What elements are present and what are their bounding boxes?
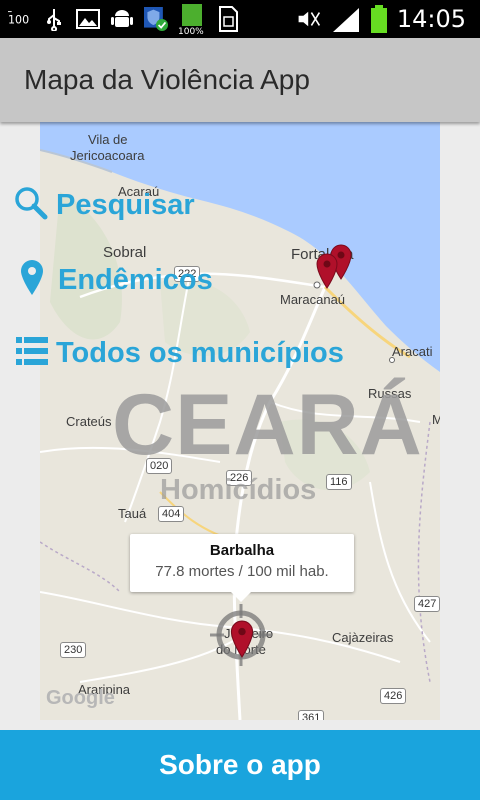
place-label: Sobral <box>103 244 147 261</box>
place-label: Tauá <box>118 506 147 521</box>
place-label: Crateús <box>66 414 112 429</box>
mute-icon <box>297 7 321 31</box>
location-pin-icon <box>20 260 44 301</box>
state-title: CEARÁ <box>112 377 423 473</box>
endemic-label: Endêmicos <box>58 264 213 296</box>
road-shield: 116 <box>326 474 352 490</box>
road-shield: 426 <box>380 688 407 704</box>
google-attribution: Google <box>46 687 115 709</box>
info-window-tail <box>230 591 252 602</box>
signal-icon <box>331 7 361 32</box>
road-shield: 427 <box>414 596 440 612</box>
svg-text:100%: 100% <box>178 27 204 34</box>
android-icon <box>110 7 134 31</box>
search-button[interactable]: Pesquisar <box>14 186 195 225</box>
sim-icon <box>216 6 240 32</box>
map-marker-icon[interactable] <box>230 620 254 663</box>
info-window[interactable]: Barbalha 77.8 mortes / 100 mil hab. <box>130 534 354 602</box>
place-label: Maracanaú <box>280 292 346 307</box>
battery-status-icon: 100% <box>178 4 206 34</box>
road-shield: 361 <box>298 710 325 720</box>
place-label: Cajàzeiras <box>332 630 394 645</box>
place-label: Vila de <box>88 132 128 147</box>
battery-icon <box>370 5 387 33</box>
svg-text:100: 100 <box>8 14 29 27</box>
place-label: Jericoacoara <box>70 148 145 163</box>
about-app-button[interactable]: Sobre o app <box>0 730 480 800</box>
usb-connected-icon: 100 <box>8 7 32 31</box>
app-title: Mapa da Violência App <box>24 64 310 95</box>
status-bar: 100 100% 14:05 <box>0 0 480 38</box>
app-screen: 100 100% 14:05 Mapa da Violência App Vil… <box>0 0 480 800</box>
all-municipalities-button[interactable]: Todos os municípios <box>16 336 344 371</box>
shield-icon <box>144 7 168 31</box>
place-label: M <box>432 412 440 427</box>
road-shield: 230 <box>60 642 87 658</box>
clock: 14:05 <box>396 5 466 33</box>
action-bar: Mapa da Violência App <box>0 38 480 122</box>
road-shield: 404 <box>158 506 185 522</box>
info-window-text: 77.8 mortes / 100 mil hab. <box>155 563 329 580</box>
endemic-button[interactable]: Endêmicos <box>20 260 213 301</box>
list-icon <box>16 336 48 371</box>
state-subtitle: Homicídios <box>160 474 317 506</box>
search-icon <box>14 186 48 225</box>
place-label: Aracati <box>392 344 433 359</box>
usb-icon <box>42 7 66 31</box>
info-window-title: Barbalha <box>209 542 275 559</box>
gallery-icon <box>76 7 100 31</box>
all-municipalities-label: Todos os municípios <box>56 337 344 369</box>
search-label: Pesquisar <box>56 189 195 221</box>
